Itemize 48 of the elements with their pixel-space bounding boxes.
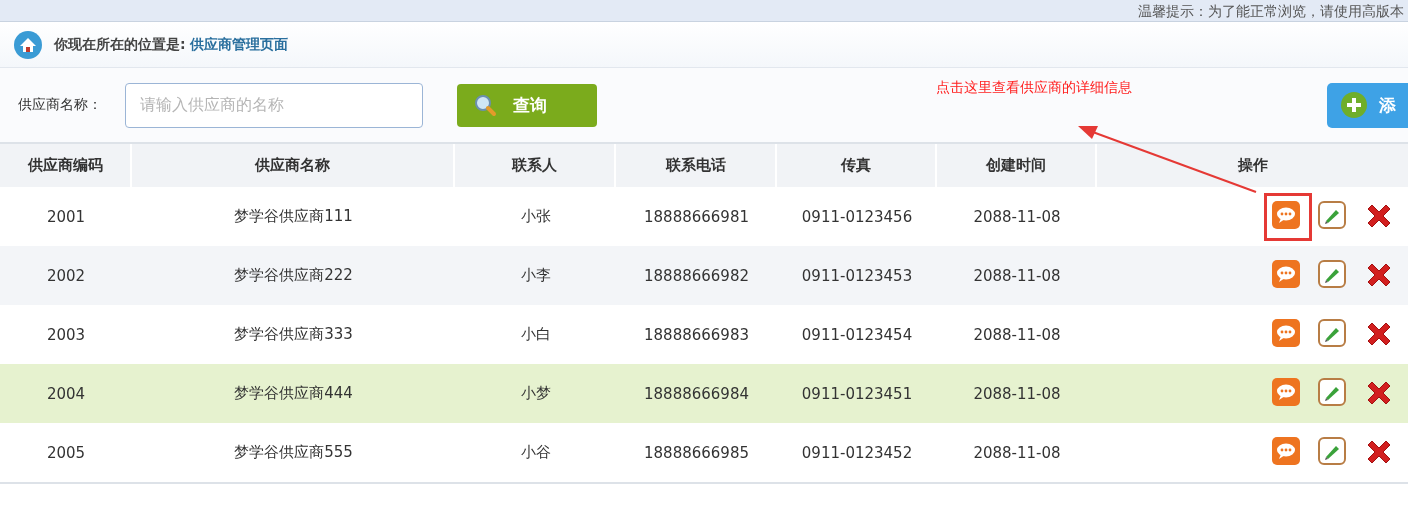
search-label: 供应商名称：	[18, 96, 103, 114]
column-header: 供应商名称	[132, 144, 455, 187]
table-cell-text: 0911-0123453	[800, 265, 914, 287]
table-cell-text: 0911-0123452	[800, 442, 914, 464]
table-cell-text: 小白	[519, 324, 552, 345]
table-cell-text: 18888666982	[643, 265, 750, 287]
breadcrumb-label: 你现在所在的位置是:	[54, 35, 186, 54]
column-header: 操作	[1097, 144, 1408, 187]
notice-text: 温馨提示：为了能正常浏览，请使用高版本	[1138, 3, 1404, 21]
annotation-text: 点击这里查看供应商的详细信息	[936, 79, 1132, 97]
table-cell-text: 2088-11-08	[972, 265, 1062, 287]
search-icon	[473, 93, 497, 117]
table-cell-text: 小李	[519, 265, 552, 286]
add-button[interactable]: 添	[1327, 82, 1408, 128]
table-cell-text: 2088-11-08	[972, 442, 1062, 464]
column-header: 联系人	[455, 144, 616, 187]
breadcrumb-link[interactable]: 供应商管理页面	[189, 35, 288, 54]
table-cell-text: 2003	[45, 324, 87, 346]
table-cell-text: 0911-0123454	[800, 324, 914, 346]
table-cell-text: 2005	[45, 442, 87, 464]
table-cell-text: 2088-11-08	[972, 383, 1062, 405]
column-header: 供应商编码	[0, 144, 132, 187]
column-header: 创建时间	[937, 144, 1097, 187]
table-cell-text: 小谷	[519, 442, 552, 463]
search-button[interactable]: 查询	[457, 83, 597, 127]
table-cell-text: 2088-11-08	[972, 324, 1062, 346]
table-cell-text: 梦学谷供应商444	[233, 383, 354, 404]
table-cell-text: 18888666981	[643, 206, 750, 228]
table-cell-text: 18888666984	[643, 383, 750, 405]
table-cell-text: 梦学谷供应商222	[233, 265, 354, 286]
table-cell-text: 梦学谷供应商333	[233, 324, 354, 345]
table-cell-text: 2001	[45, 206, 87, 228]
table-cell-text: 0911-0123451	[800, 383, 914, 405]
column-header: 联系电话	[616, 144, 777, 187]
column-header: 传真	[777, 144, 937, 187]
table-cell-text: 梦学谷供应商555	[233, 442, 354, 463]
table-cell-text: 梦学谷供应商111	[233, 206, 354, 227]
table-cell-text: 2004	[45, 383, 87, 405]
table-cell-text: 2002	[45, 265, 87, 287]
table-cell-text: 18888666985	[643, 442, 750, 464]
home-icon	[14, 30, 42, 59]
plus-icon	[1341, 92, 1367, 118]
table-cell-text: 小梦	[519, 383, 552, 404]
table-cell-text: 18888666983	[643, 324, 750, 346]
table-cell-text: 2088-11-08	[972, 206, 1062, 228]
supplier-name-field[interactable]: 请输入供应商的名称	[125, 82, 423, 128]
table-cell-text: 小张	[519, 206, 552, 227]
table-cell-text: 0911-0123456	[800, 206, 914, 228]
